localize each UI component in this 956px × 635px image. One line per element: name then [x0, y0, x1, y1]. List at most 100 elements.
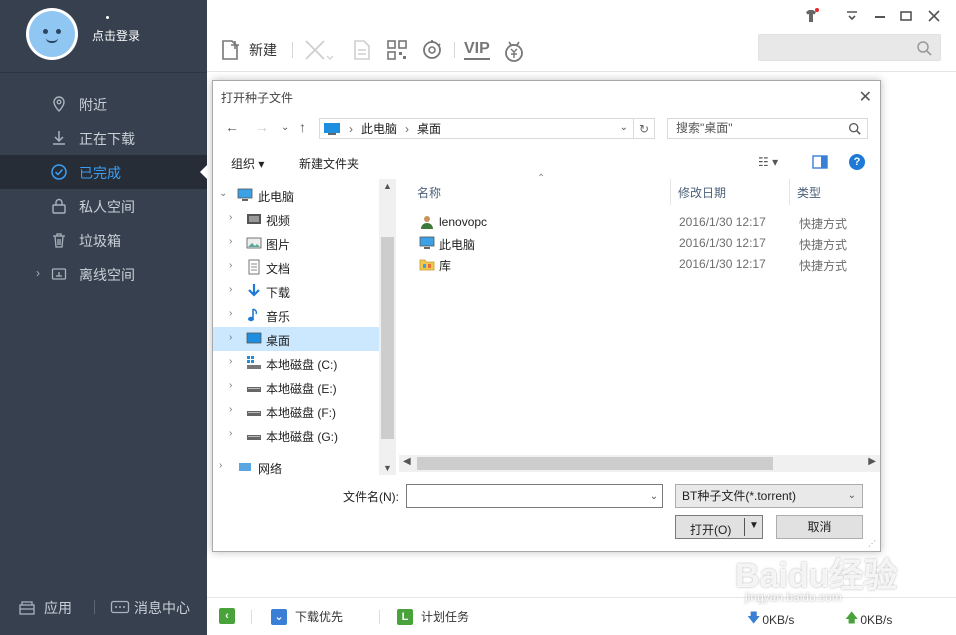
- toolbar-divider: [454, 42, 455, 58]
- column-divider[interactable]: [670, 179, 671, 205]
- dialog-close-button[interactable]: ✕: [859, 87, 872, 107]
- trash-icon: [53, 233, 65, 248]
- column-header-date[interactable]: 修改日期: [678, 184, 726, 201]
- chevron-right-icon[interactable]: ›: [229, 380, 232, 391]
- scroll-down-icon[interactable]: ▼: [383, 463, 392, 473]
- documents-icon: [248, 259, 260, 275]
- chevron-right-icon[interactable]: ›: [36, 266, 40, 280]
- close-icon[interactable]: [926, 8, 942, 24]
- filetype-select[interactable]: BT种子文件(*.torrent) ⌄: [675, 484, 863, 508]
- tree-item-music[interactable]: › 音乐: [213, 303, 379, 327]
- breadcrumb-item[interactable]: 此电脑: [361, 120, 397, 137]
- navigation-tree: ⌄ 此电脑 › 视频 › 图片 › 文档 › 下载 › 音乐 › 桌面 › 本地…: [213, 179, 396, 475]
- apps-button[interactable]: 应用: [18, 598, 72, 618]
- recent-dropdown-icon[interactable]: ⌄: [281, 122, 289, 133]
- location-icon: [53, 96, 65, 112]
- chevron-right-icon[interactable]: ›: [229, 404, 232, 415]
- chevron-right-icon[interactable]: ›: [219, 460, 222, 471]
- scroll-right-icon[interactable]: ▶: [868, 456, 876, 467]
- chevron-right-icon[interactable]: ›: [229, 212, 232, 223]
- avatar[interactable]: [26, 8, 78, 60]
- tree-scrollbar[interactable]: ▲ ▼: [379, 179, 396, 475]
- speedup-button[interactable]: [419, 36, 445, 64]
- new-task-button[interactable]: 新建: [219, 36, 277, 64]
- maximize-icon[interactable]: [898, 8, 914, 24]
- tree-item-drive-f[interactable]: › 本地磁盘 (F:): [213, 399, 379, 423]
- tree-item-drive-c[interactable]: › 本地磁盘 (C:): [213, 351, 379, 375]
- skin-icon[interactable]: [803, 8, 819, 24]
- tree-item-videos[interactable]: › 视频: [213, 207, 379, 231]
- tree-item-downloads[interactable]: › 下载: [213, 279, 379, 303]
- new-folder-button[interactable]: 新建文件夹: [299, 155, 359, 172]
- scroll-left-icon[interactable]: ◀: [403, 456, 411, 467]
- chevron-right-icon[interactable]: ›: [229, 284, 232, 295]
- tree-item-drive-g[interactable]: › 本地磁盘 (G:): [213, 423, 379, 447]
- column-divider[interactable]: [789, 179, 790, 205]
- open-button-label: 打开(O): [690, 523, 732, 537]
- open-options-dropdown-icon[interactable]: ▼: [749, 520, 759, 531]
- open-button[interactable]: 打开(O) ▼: [675, 515, 763, 539]
- chevron-down-icon[interactable]: ⌄: [219, 188, 227, 199]
- qrcode-button[interactable]: [385, 36, 409, 64]
- properties-button[interactable]: [351, 36, 373, 64]
- refresh-button[interactable]: ↻: [633, 118, 655, 139]
- search-input[interactable]: [758, 34, 941, 61]
- dialog-search-placeholder: 搜索"桌面": [676, 121, 733, 135]
- apps-icon: [19, 601, 35, 615]
- scheduled-task-button[interactable]: L 计划任务: [397, 608, 469, 625]
- column-header-name[interactable]: 名称: [417, 184, 441, 201]
- drive-icon: [247, 435, 261, 440]
- back-arrow-icon[interactable]: ←: [225, 119, 239, 135]
- gift-button[interactable]: [501, 36, 527, 64]
- tree-item-network[interactable]: › 网络: [213, 455, 379, 475]
- chevron-right-icon[interactable]: ›: [229, 236, 232, 247]
- vip-button[interactable]: VIP: [464, 36, 490, 64]
- tree-item-desktop[interactable]: › 桌面: [213, 327, 379, 351]
- filename-input[interactable]: [406, 484, 663, 508]
- resize-grip-icon[interactable]: ⋰: [868, 539, 878, 549]
- address-dropdown-icon[interactable]: ⌄: [620, 122, 628, 133]
- tree-item-pictures[interactable]: › 图片: [213, 231, 379, 255]
- hscroll-thumb[interactable]: [417, 457, 773, 470]
- chevron-right-icon[interactable]: ›: [229, 332, 232, 343]
- file-list-hscrollbar[interactable]: ◀ ▶: [399, 455, 880, 472]
- delete-button[interactable]: [303, 36, 333, 64]
- view-options-icon[interactable]: ☷ ▾: [758, 155, 778, 169]
- sidebar-item-nearby[interactable]: 附近: [0, 87, 207, 121]
- download-priority-label: 下载优先: [295, 610, 344, 624]
- sidebar-item-completed[interactable]: 已完成: [0, 155, 207, 189]
- sidebar-item-downloading[interactable]: 正在下载: [0, 121, 207, 155]
- message-center-button[interactable]: 消息中心: [110, 598, 190, 618]
- help-icon[interactable]: ?: [849, 154, 865, 170]
- forward-arrow-icon[interactable]: →: [255, 119, 269, 135]
- breadcrumb-item[interactable]: 桌面: [417, 120, 441, 137]
- tree-item-this-pc[interactable]: ⌄ 此电脑: [213, 183, 379, 207]
- sidebar-item-offline[interactable]: › 离线空间: [0, 257, 207, 291]
- file-row[interactable]: 库 2016/1/30 12:17 快捷方式: [399, 254, 869, 275]
- tree-scroll-thumb[interactable]: [381, 237, 394, 439]
- scroll-up-icon[interactable]: ▲: [383, 181, 392, 191]
- up-arrow-icon[interactable]: ↑: [299, 119, 306, 135]
- sidebar-item-trash[interactable]: 垃圾箱: [0, 223, 207, 257]
- chevron-right-icon[interactable]: ›: [229, 356, 232, 367]
- address-bar[interactable]: › 此电脑 › 桌面 ⌄: [319, 118, 655, 139]
- tree-item-drive-e[interactable]: › 本地磁盘 (E:): [213, 375, 379, 399]
- chevron-right-icon[interactable]: ›: [229, 260, 232, 271]
- minimize-icon[interactable]: [872, 8, 888, 24]
- login-link[interactable]: 点击登录: [92, 27, 140, 44]
- column-header-type[interactable]: 类型: [797, 184, 821, 201]
- sidebar-item-private[interactable]: 私人空间: [0, 189, 207, 223]
- cancel-button[interactable]: 取消: [776, 515, 863, 539]
- filename-dropdown-icon[interactable]: ⌄: [646, 485, 662, 507]
- preview-pane-icon[interactable]: [812, 155, 828, 169]
- download-priority-button[interactable]: ⌄ 下载优先: [271, 608, 343, 625]
- menu-icon[interactable]: [844, 8, 860, 24]
- file-row[interactable]: 此电脑 2016/1/30 12:17 快捷方式: [399, 233, 869, 254]
- chevron-right-icon[interactable]: ›: [229, 308, 232, 319]
- tree-item-documents[interactable]: › 文档: [213, 255, 379, 279]
- organize-menu[interactable]: 组织 ▾: [231, 155, 264, 172]
- dialog-search-input[interactable]: 搜索"桌面": [667, 118, 868, 139]
- chevron-right-icon[interactable]: ›: [229, 428, 232, 439]
- file-row[interactable]: lenovopc 2016/1/30 12:17 快捷方式: [399, 212, 869, 233]
- collapse-button[interactable]: ‹: [219, 608, 235, 624]
